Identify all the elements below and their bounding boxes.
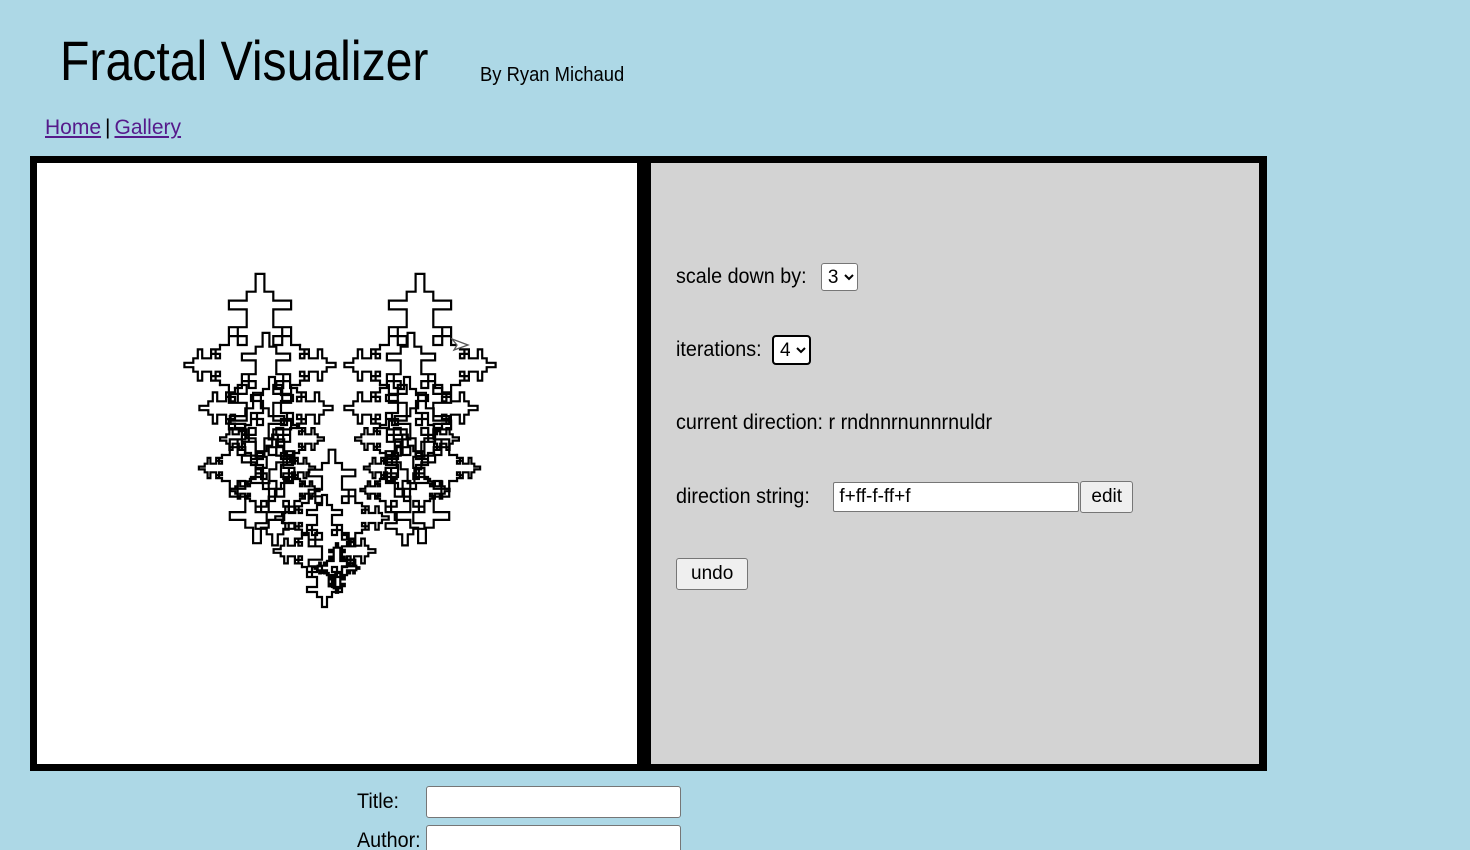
fractal-segment xyxy=(274,501,304,535)
nav-link-gallery[interactable]: Gallery xyxy=(115,116,182,139)
fractal-segment xyxy=(440,386,479,430)
direction-string-row: direction string: edit xyxy=(676,481,1134,513)
nav-link-home[interactable]: Home xyxy=(45,116,101,139)
fractal-segment xyxy=(343,386,382,430)
scale-row: scale down by: 3 xyxy=(676,263,858,291)
title-label: Title: xyxy=(357,790,400,813)
fractal-segment xyxy=(183,343,222,387)
fractal-canvas[interactable] xyxy=(37,163,637,764)
fractal-segment xyxy=(300,448,364,505)
fractal-segment xyxy=(378,499,432,547)
fractal-segment xyxy=(248,433,302,481)
direction-string-label: direction string: xyxy=(676,485,810,508)
fractal-segment xyxy=(345,533,377,569)
page: Fractal Visualizer By Ryan Michaud Home |… xyxy=(0,0,1470,850)
header: Fractal Visualizer By Ryan Michaud xyxy=(60,28,624,93)
page-title: Fractal Visualizer xyxy=(60,29,429,92)
iterations-select[interactable]: 4 xyxy=(772,335,812,365)
fractal-segment xyxy=(345,559,361,577)
title-row: Title: xyxy=(357,786,681,818)
fractal-segment xyxy=(297,423,325,455)
edit-button[interactable]: edit xyxy=(1080,481,1134,513)
fractal-segment xyxy=(197,453,224,483)
current-direction-text: current direction: r rndnnrnunnrnuldr xyxy=(676,411,992,435)
scale-label: scale down by: xyxy=(676,265,807,288)
iterations-row: iterations: 4 xyxy=(676,335,812,365)
scale-select[interactable]: 3 xyxy=(820,263,858,291)
byline: By Ryan Michaud xyxy=(480,64,625,86)
title-input[interactable] xyxy=(426,786,681,818)
fractal-segment xyxy=(362,453,389,483)
visualizer-frame: scale down by: 3 iterations: 4 current d… xyxy=(30,156,1267,771)
author-input[interactable] xyxy=(426,825,681,850)
current-direction-label: current direction: xyxy=(676,411,824,434)
fractal-segment xyxy=(359,477,382,503)
undo-row: undo xyxy=(676,558,749,590)
control-panel: scale down by: 3 iterations: 4 current d… xyxy=(651,163,1259,764)
fractal-segment xyxy=(354,423,382,455)
current-direction-row: current direction: r rndnnrnunnrnuldr xyxy=(676,411,1012,435)
author-label: Author: xyxy=(357,829,421,850)
fractal-segment xyxy=(295,386,334,430)
fractal-segment xyxy=(298,343,337,387)
fractal-segment xyxy=(455,453,482,483)
nav-separator: | xyxy=(105,116,111,139)
fractal-segment xyxy=(458,343,497,387)
nav-bar: Home | Gallery xyxy=(45,116,181,140)
fractal-segment xyxy=(378,272,462,347)
fractal-segment xyxy=(218,272,302,347)
direction-string-input[interactable] xyxy=(833,482,1080,512)
author-row: Author: xyxy=(357,825,681,850)
fractal-segment xyxy=(233,331,299,390)
fractal-drawing xyxy=(183,272,497,609)
current-direction-value: r rndnnrnunnrnuldr xyxy=(828,411,993,434)
iterations-label: iterations: xyxy=(676,338,762,361)
undo-button[interactable]: undo xyxy=(676,558,749,590)
fractal-segment xyxy=(343,343,382,387)
